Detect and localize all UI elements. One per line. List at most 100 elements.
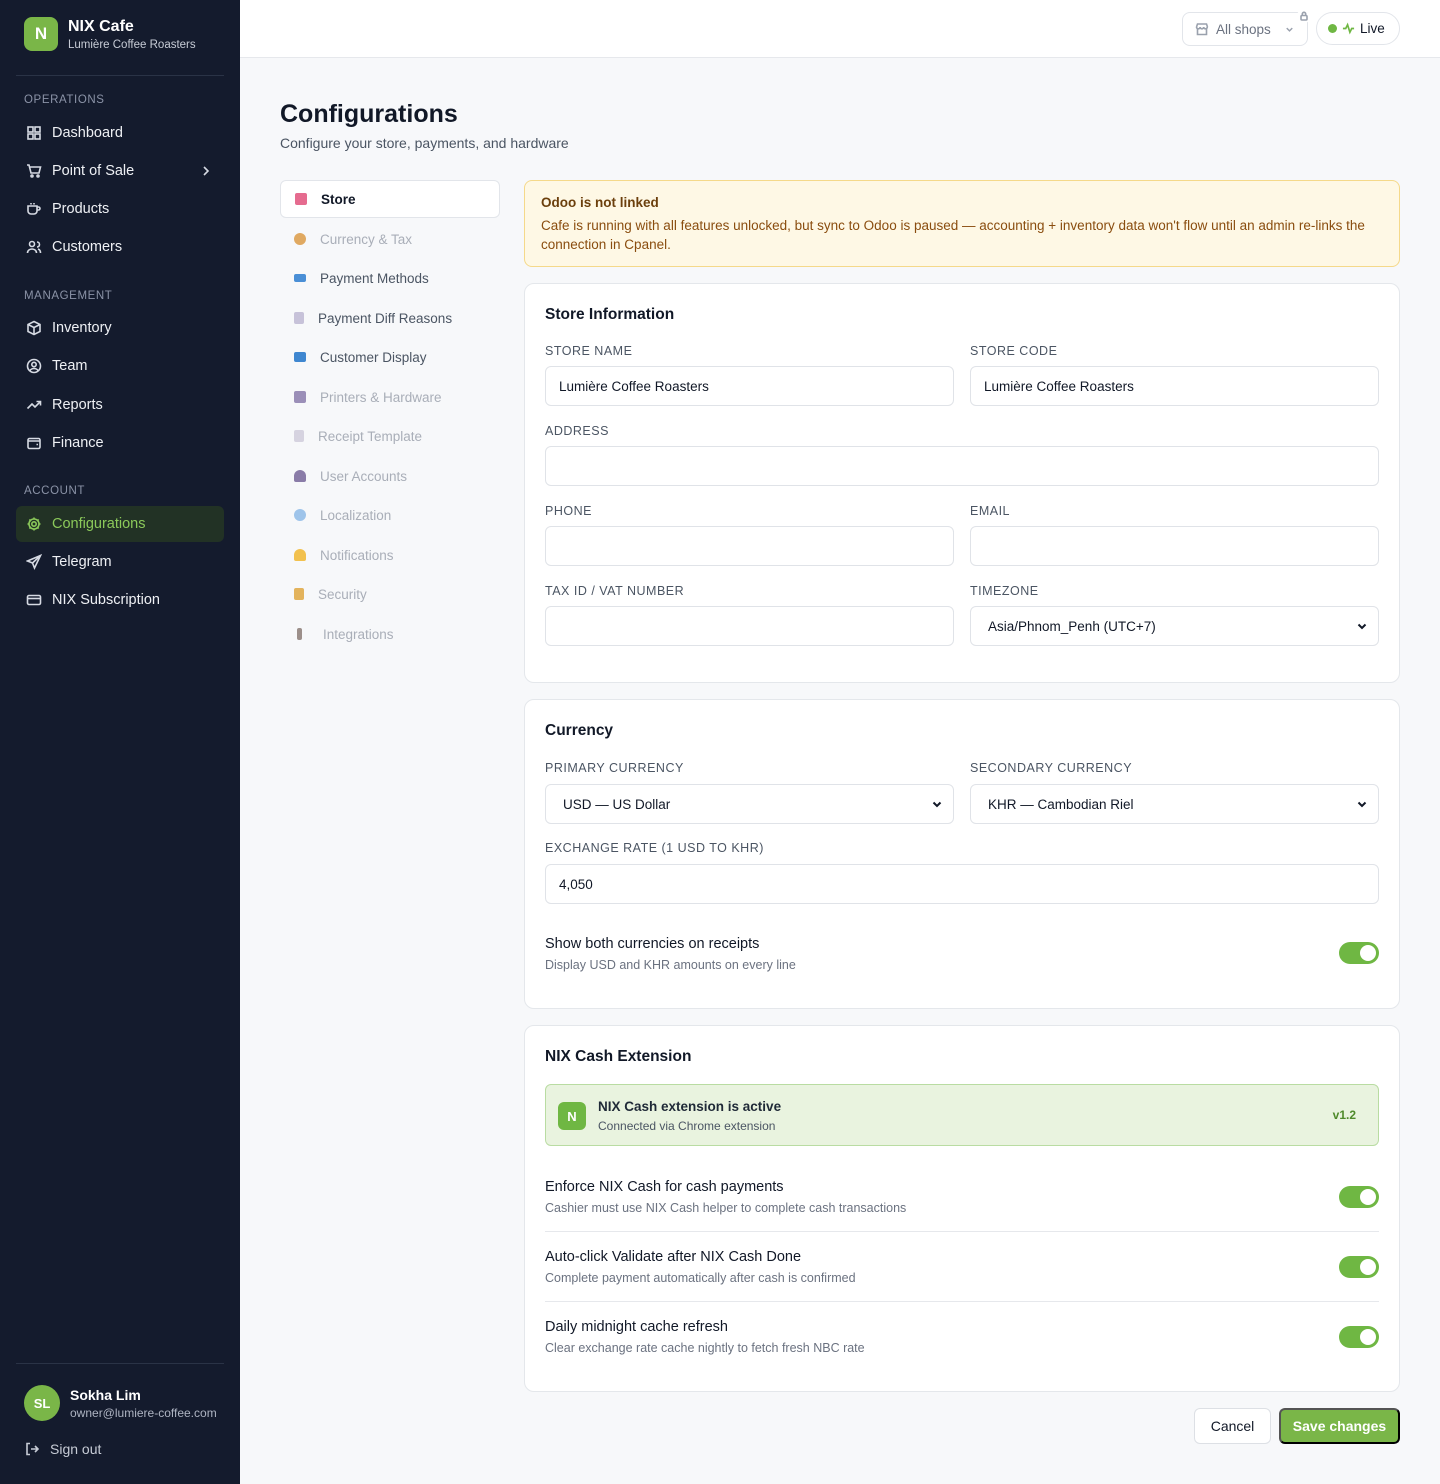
settings-nav-currency-tax[interactable]: Currency & Tax bbox=[280, 220, 500, 258]
chevron-down-icon bbox=[932, 801, 942, 808]
phone-label: PHONE bbox=[545, 504, 592, 518]
settings-nav-notifications[interactable]: Notifications bbox=[280, 536, 500, 574]
sidebar-item-finance[interactable]: Finance bbox=[16, 425, 224, 461]
activity-icon bbox=[1342, 22, 1355, 35]
auto-validate-toggle[interactable] bbox=[1339, 1256, 1379, 1278]
shop-select[interactable]: All shops bbox=[1182, 9, 1311, 46]
live-status[interactable]: Live bbox=[1316, 12, 1400, 45]
nix-cash-status-title: NIX Cash extension is active bbox=[598, 1099, 782, 1114]
store-information-card: Store Information STORE NAME Lumière Cof… bbox=[524, 283, 1400, 683]
sidebar-item-telegram[interactable]: Telegram bbox=[16, 544, 224, 580]
settings-nav-localization[interactable]: Localization bbox=[280, 496, 500, 534]
row-divider bbox=[545, 1231, 1379, 1232]
section-account: ACCOUNT bbox=[24, 485, 86, 497]
address-input[interactable] bbox=[545, 446, 1379, 486]
bell-icon bbox=[294, 549, 306, 561]
enforce-nix-cash-desc: Cashier must use NIX Cash helper to comp… bbox=[545, 1201, 907, 1215]
primary-currency-value: USD — US Dollar bbox=[563, 796, 671, 812]
users-icon bbox=[26, 240, 42, 254]
settings-nav-integrations[interactable]: Integrations bbox=[280, 615, 500, 653]
settings-nav-security[interactable]: Security bbox=[280, 575, 500, 613]
user-circle-icon bbox=[26, 358, 42, 374]
user-card[interactable]: SL Sokha Lim owner@lumiere-coffee.com bbox=[24, 1385, 217, 1421]
cup-icon bbox=[27, 203, 41, 215]
alert-title: Odoo is not linked bbox=[541, 195, 659, 210]
sign-out-icon bbox=[26, 1442, 40, 1456]
user-icon bbox=[294, 470, 306, 482]
settings-nav-user-accounts[interactable]: User Accounts bbox=[280, 457, 500, 495]
settings-nav-label: User Accounts bbox=[320, 468, 408, 484]
sidebar-item-reports[interactable]: Reports bbox=[16, 387, 224, 423]
user-email: owner@lumiere-coffee.com bbox=[70, 1405, 217, 1420]
address-label: ADDRESS bbox=[545, 424, 609, 438]
settings-nav-customer-display[interactable]: Customer Display bbox=[280, 338, 500, 376]
sidebar-item-team[interactable]: Team bbox=[16, 348, 224, 384]
sidebar-item-label: Point of Sale bbox=[52, 163, 135, 179]
show-both-currencies-toggle[interactable] bbox=[1339, 942, 1379, 964]
save-changes-button[interactable]: Save changes bbox=[1279, 1408, 1400, 1444]
nix-cash-status-box: N NIX Cash extension is active Connected… bbox=[545, 1084, 1379, 1146]
alert-body: Cafe is running with all features unlock… bbox=[541, 218, 1365, 252]
timezone-select[interactable]: Asia/Phnom_Penh (UTC+7) bbox=[970, 606, 1379, 646]
auto-validate-desc: Complete payment automatically after cas… bbox=[545, 1271, 856, 1285]
sidebar-divider bbox=[16, 75, 224, 76]
settings-nav-label: Printers & Hardware bbox=[320, 389, 442, 405]
email-label: EMAIL bbox=[970, 504, 1011, 518]
settings-nav-label: Currency & Tax bbox=[320, 231, 413, 247]
globe-icon bbox=[294, 509, 306, 521]
email-input[interactable] bbox=[970, 526, 1379, 566]
sidebar-item-configurations[interactable]: Configurations bbox=[16, 506, 224, 542]
page-subtitle: Configure your store, payments, and hard… bbox=[280, 135, 569, 151]
sidebar-item-dashboard[interactable]: Dashboard bbox=[16, 115, 224, 151]
secondary-currency-select[interactable]: KHR — Cambodian Riel bbox=[970, 784, 1379, 824]
sidebar-item-products[interactable]: Products bbox=[16, 191, 224, 227]
settings-nav-payment-methods[interactable]: Payment Methods bbox=[280, 259, 500, 297]
sidebar-item-customers[interactable]: Customers bbox=[16, 229, 224, 265]
secondary-currency-value: KHR — Cambodian Riel bbox=[988, 796, 1134, 812]
show-both-currencies-desc: Display USD and KHR amounts on every lin… bbox=[545, 958, 796, 972]
chevron-down-icon bbox=[1357, 623, 1367, 630]
brand[interactable]: N NIX Cafe Lumière Coffee Roasters bbox=[24, 17, 196, 51]
box-icon bbox=[27, 320, 41, 336]
store-name-input[interactable]: Lumière Coffee Roasters bbox=[545, 366, 954, 406]
sidebar-item-nix-subscription[interactable]: NIX Subscription bbox=[16, 582, 224, 618]
version-badge: v1.2 bbox=[1332, 1108, 1356, 1122]
settings-nav-store[interactable]: Store bbox=[280, 180, 500, 218]
store-code-input[interactable]: Lumière Coffee Roasters bbox=[970, 366, 1379, 406]
receipt-icon bbox=[294, 430, 304, 442]
settings-nav-receipt-template[interactable]: Receipt Template bbox=[280, 417, 500, 455]
settings-nav-label: Payment Diff Reasons bbox=[318, 310, 453, 326]
status-dot bbox=[1328, 24, 1337, 33]
sidebar-item-label: Customers bbox=[52, 239, 123, 255]
auto-validate-title: Auto-click Validate after NIX Cash Done bbox=[545, 1249, 802, 1265]
cancel-button[interactable]: Cancel bbox=[1194, 1408, 1271, 1444]
settings-nav-label: Customer Display bbox=[320, 349, 427, 365]
receipt-icon bbox=[294, 312, 304, 324]
phone-input[interactable] bbox=[545, 526, 954, 566]
store-icon bbox=[1195, 23, 1209, 36]
wallet-icon bbox=[27, 437, 41, 450]
send-icon bbox=[26, 554, 42, 570]
tax-id-input[interactable] bbox=[545, 606, 954, 646]
settings-nav-payment-diff-reasons[interactable]: Payment Diff Reasons bbox=[280, 299, 500, 337]
settings-nav-label: Receipt Template bbox=[318, 428, 423, 444]
chevron-right-icon bbox=[203, 166, 210, 176]
sidebar-item-inventory[interactable]: Inventory bbox=[16, 310, 224, 346]
sign-out-button[interactable]: Sign out bbox=[24, 1441, 101, 1457]
enforce-nix-cash-toggle[interactable] bbox=[1339, 1186, 1379, 1208]
exchange-rate-input[interactable]: 4,050 bbox=[545, 864, 1379, 904]
store-icon bbox=[295, 193, 307, 205]
primary-currency-select[interactable]: USD — US Dollar bbox=[545, 784, 954, 824]
cache-refresh-toggle[interactable] bbox=[1339, 1326, 1379, 1348]
cache-refresh-title: Daily midnight cache refresh bbox=[545, 1319, 728, 1335]
sidebar-item-point-of-sale[interactable]: Point of Sale bbox=[16, 153, 224, 189]
monitor-icon bbox=[294, 352, 306, 362]
settings-nav-label: Notifications bbox=[320, 547, 394, 563]
brand-subtitle: Lumière Coffee Roasters bbox=[68, 39, 196, 51]
settings-nav-printers-hardware[interactable]: Printers & Hardware bbox=[280, 378, 500, 416]
chevron-down-icon bbox=[1286, 27, 1293, 32]
avatar: SL bbox=[24, 1385, 60, 1421]
store-name-label: STORE NAME bbox=[545, 344, 633, 358]
page-title: Configurations bbox=[280, 100, 458, 128]
card-icon bbox=[26, 594, 42, 606]
